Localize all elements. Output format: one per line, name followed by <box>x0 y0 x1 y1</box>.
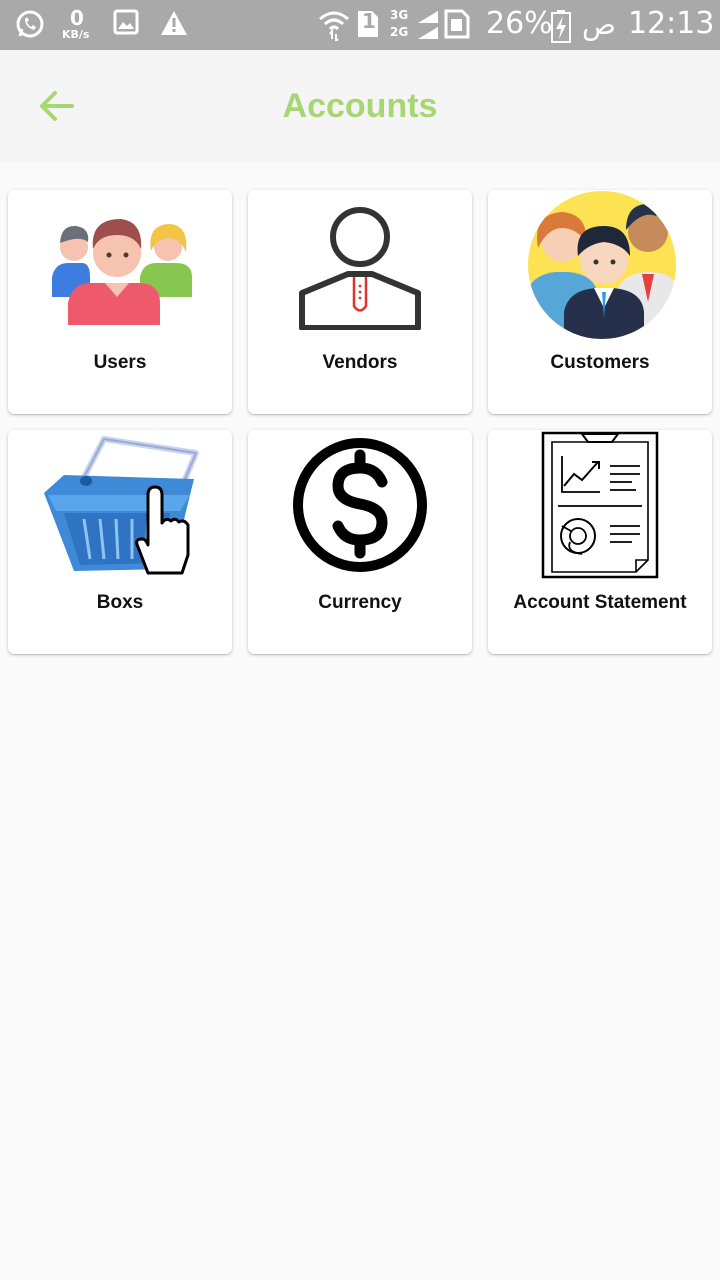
battery-charging-icon <box>550 9 572 43</box>
page-title: Accounts <box>282 87 438 125</box>
account-statement-label: Account Statement <box>513 592 687 613</box>
vendor-person-icon <box>248 190 472 340</box>
arrow-left-icon <box>40 91 74 121</box>
back-button[interactable] <box>24 76 88 136</box>
signal-icon <box>410 9 440 41</box>
shopping-basket-hand-icon <box>8 430 232 580</box>
customers-label: Customers <box>550 352 650 373</box>
sim-slot-number: 1 <box>362 9 376 33</box>
customers-group-icon <box>488 190 712 340</box>
network-type-2g: 2G <box>390 25 409 39</box>
currency-label: Currency <box>318 592 402 613</box>
users-card[interactable]: Users <box>8 190 232 414</box>
battery-percent: 26% <box>486 6 553 41</box>
am-pm-indicator: ص <box>582 8 616 41</box>
users-label: Users <box>93 352 147 373</box>
account-statement-card[interactable]: Account Statement <box>488 430 712 654</box>
report-document-icon <box>488 430 712 580</box>
vendors-label: Vendors <box>322 352 398 373</box>
boxs-card[interactable]: Boxs <box>8 430 232 654</box>
boxs-label: Boxs <box>96 592 144 613</box>
sim-card-icon <box>444 9 470 39</box>
warning-icon <box>160 9 188 37</box>
status-bar: 0 KB/s 1 3G 2G 26% ص 12:13 <box>0 0 720 50</box>
clock-time: 12:13 <box>628 6 715 41</box>
app-bar: Accounts <box>0 50 720 162</box>
whatsapp-icon <box>14 8 46 40</box>
currency-card[interactable]: Currency <box>248 430 472 654</box>
dollar-coin-icon <box>248 430 472 580</box>
vendors-card[interactable]: Vendors <box>248 190 472 414</box>
image-icon <box>113 9 139 35</box>
wifi-icon <box>318 9 350 41</box>
network-speed-value: 0 <box>70 6 84 30</box>
users-group-icon <box>8 190 232 340</box>
network-type-3g: 3G <box>390 8 409 22</box>
network-speed-unit: KB/s <box>62 28 90 41</box>
customers-card[interactable]: Customers <box>488 190 712 414</box>
